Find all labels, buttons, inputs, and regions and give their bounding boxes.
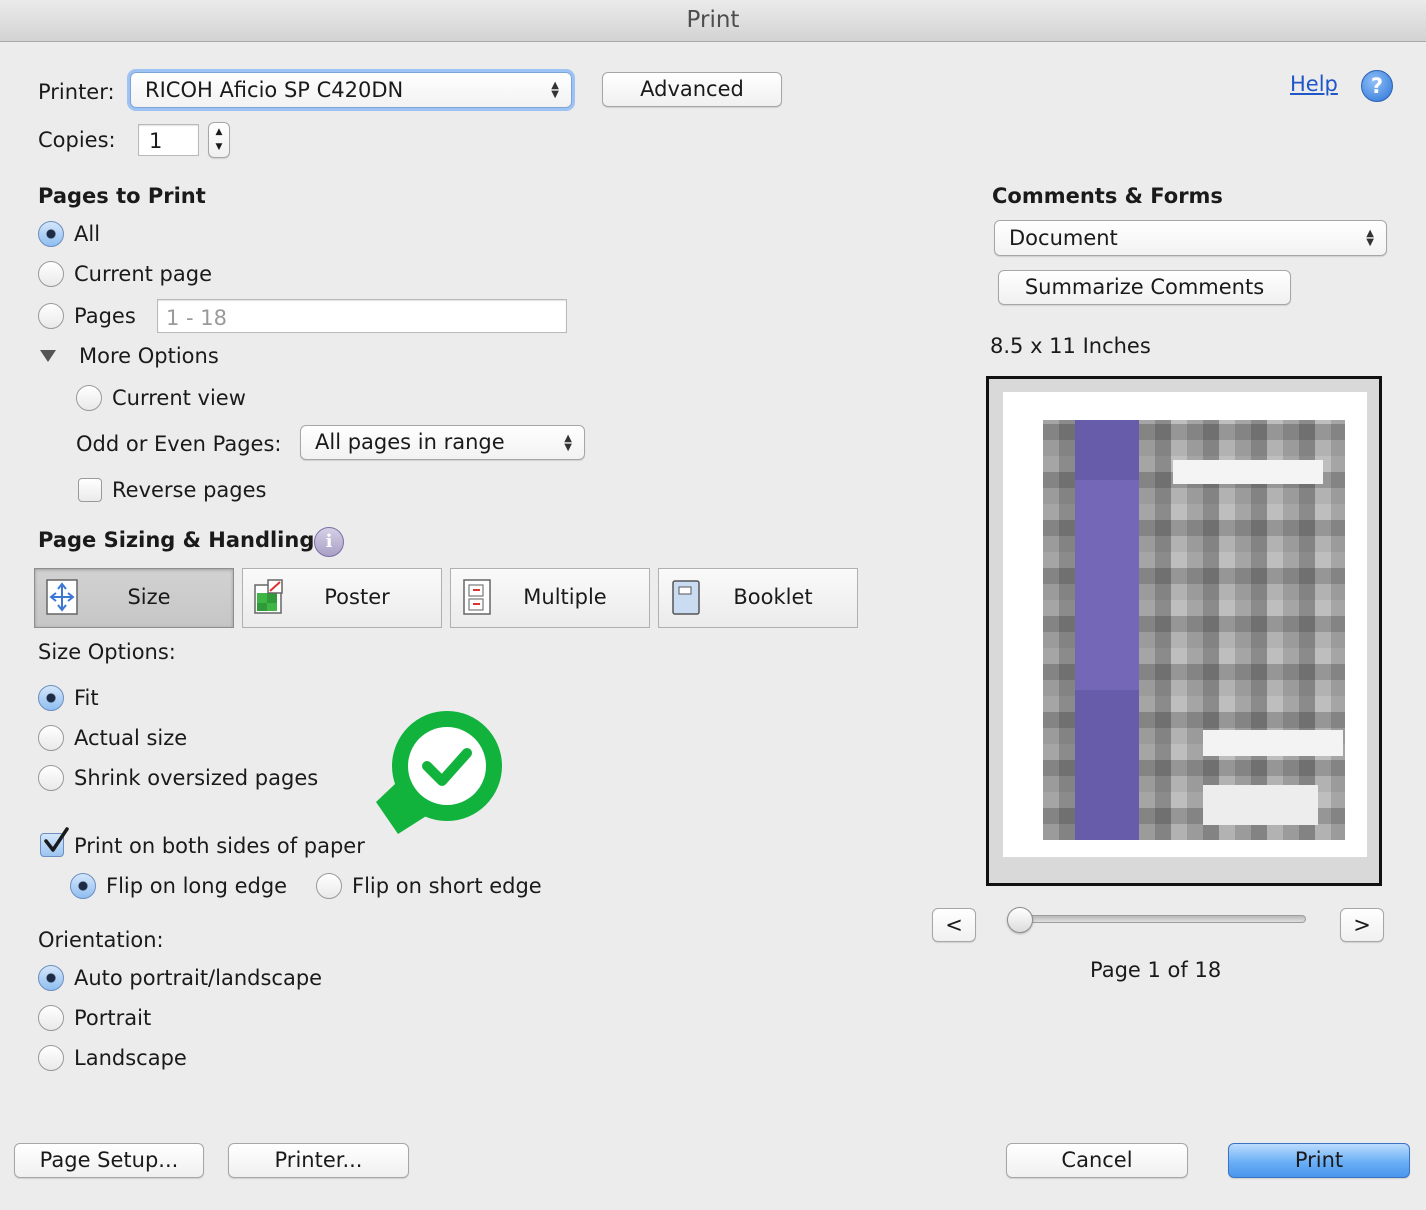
checkmark-icon: [44, 827, 69, 852]
radio-auto-orientation-label: Auto portrait/landscape: [74, 966, 323, 990]
radio-landscape[interactable]: [38, 1045, 64, 1071]
advanced-button[interactable]: Advanced: [602, 72, 782, 107]
pixelated-page-content: [1043, 420, 1345, 840]
radio-portrait-label: Portrait: [74, 1006, 152, 1030]
copies-input[interactable]: 1: [138, 124, 199, 156]
odd-even-label: Odd or Even Pages:: [76, 432, 282, 456]
paper-size-label: 8.5 x 11 Inches: [990, 334, 1151, 358]
comments-forms-select[interactable]: Document ▲ ▼: [994, 220, 1387, 256]
odd-even-select[interactable]: All pages in range ▲ ▼: [300, 425, 585, 460]
size-options-label: Size Options:: [38, 640, 176, 664]
next-page-button[interactable]: >: [1340, 908, 1384, 942]
tab-multiple[interactable]: Multiple: [450, 568, 650, 628]
radio-current-page-label: Current page: [74, 262, 212, 286]
preview-page: [1003, 392, 1367, 857]
window-title: Print: [0, 0, 1426, 42]
odd-even-select-value: All pages in range: [315, 430, 505, 454]
cancel-button[interactable]: Cancel: [1006, 1143, 1188, 1178]
updown-arrows-icon: ▲ ▼: [1366, 228, 1374, 248]
disclosure-triangle-icon[interactable]: [40, 350, 56, 362]
tab-multiple-label: Multiple: [523, 585, 607, 609]
printer-button[interactable]: Printer...: [228, 1143, 409, 1178]
tab-size-label: Size: [127, 585, 171, 609]
preview-text-block: [1173, 460, 1323, 484]
copies-stepper[interactable]: ▲ ▼: [208, 122, 230, 158]
preview-text-block: [1203, 785, 1318, 825]
radio-flip-short-edge-label: Flip on short edge: [352, 874, 542, 898]
page-preview: [986, 376, 1382, 886]
updown-arrows-icon: ▲ ▼: [551, 80, 559, 100]
more-options-label[interactable]: More Options: [79, 346, 219, 367]
tab-size[interactable]: Size: [34, 568, 234, 628]
radio-fit-label: Fit: [74, 686, 99, 710]
help-icon[interactable]: ?: [1361, 70, 1393, 102]
page-slider-track[interactable]: [1010, 915, 1306, 923]
green-checkmark-badge-icon: [376, 711, 502, 834]
radio-flip-long-edge-label: Flip on long edge: [106, 874, 288, 898]
preview-text-block: [1203, 730, 1343, 756]
orientation-label: Orientation:: [38, 928, 164, 952]
tab-booklet[interactable]: Booklet: [658, 568, 858, 628]
help-link[interactable]: Help: [1290, 74, 1338, 95]
tab-poster[interactable]: Poster: [242, 568, 442, 628]
radio-shrink-oversized-label: Shrink oversized pages: [74, 766, 319, 790]
updown-arrows-icon: ▲ ▼: [564, 432, 572, 453]
reverse-pages-label: Reverse pages: [112, 478, 267, 502]
radio-current-view-label: Current view: [112, 386, 246, 410]
radio-all-label: All: [74, 222, 101, 246]
reverse-pages-checkbox[interactable]: [78, 478, 102, 502]
page-setup-button[interactable]: Page Setup...: [14, 1143, 204, 1178]
preview-figure-block: [1075, 480, 1139, 690]
radio-current-view[interactable]: [76, 385, 102, 411]
prev-page-button[interactable]: <: [932, 908, 976, 942]
info-icon[interactable]: i: [314, 527, 344, 557]
printer-select[interactable]: RICOH Aficio SP C420DN ▲ ▼: [130, 72, 572, 108]
radio-portrait[interactable]: [38, 1005, 64, 1031]
printer-label: Printer:: [38, 80, 115, 104]
comments-forms-heading: Comments & Forms: [992, 184, 1223, 208]
comments-forms-select-value: Document: [1009, 226, 1118, 250]
radio-pages-label: Pages: [74, 304, 136, 328]
radio-shrink-oversized[interactable]: [38, 765, 64, 791]
page-slider-thumb[interactable]: [1007, 907, 1033, 933]
radio-auto-orientation[interactable]: [38, 965, 64, 991]
radio-pages[interactable]: [38, 303, 64, 329]
summarize-comments-button[interactable]: Summarize Comments: [998, 270, 1291, 305]
radio-landscape-label: Landscape: [74, 1046, 187, 1070]
print-button[interactable]: Print: [1228, 1143, 1410, 1178]
page-status: Page 1 of 18: [1090, 958, 1222, 982]
radio-all[interactable]: [38, 221, 64, 247]
printer-select-value: RICOH Aficio SP C420DN: [145, 78, 404, 102]
radio-flip-short-edge[interactable]: [316, 873, 342, 899]
tab-booklet-label: Booklet: [733, 585, 813, 609]
copies-label: Copies:: [38, 128, 116, 152]
radio-fit[interactable]: [38, 685, 64, 711]
pages-range-input[interactable]: 1 - 18: [157, 299, 567, 333]
radio-actual-size-label: Actual size: [74, 726, 188, 750]
radio-flip-long-edge[interactable]: [70, 873, 96, 899]
tab-poster-label: Poster: [324, 585, 390, 609]
radio-actual-size[interactable]: [38, 725, 64, 751]
radio-current-page[interactable]: [38, 261, 64, 287]
pages-to-print-heading: Pages to Print: [38, 184, 206, 208]
print-both-sides-label: Print on both sides of paper: [74, 834, 365, 858]
page-sizing-heading: Page Sizing & Handling: [38, 528, 315, 552]
